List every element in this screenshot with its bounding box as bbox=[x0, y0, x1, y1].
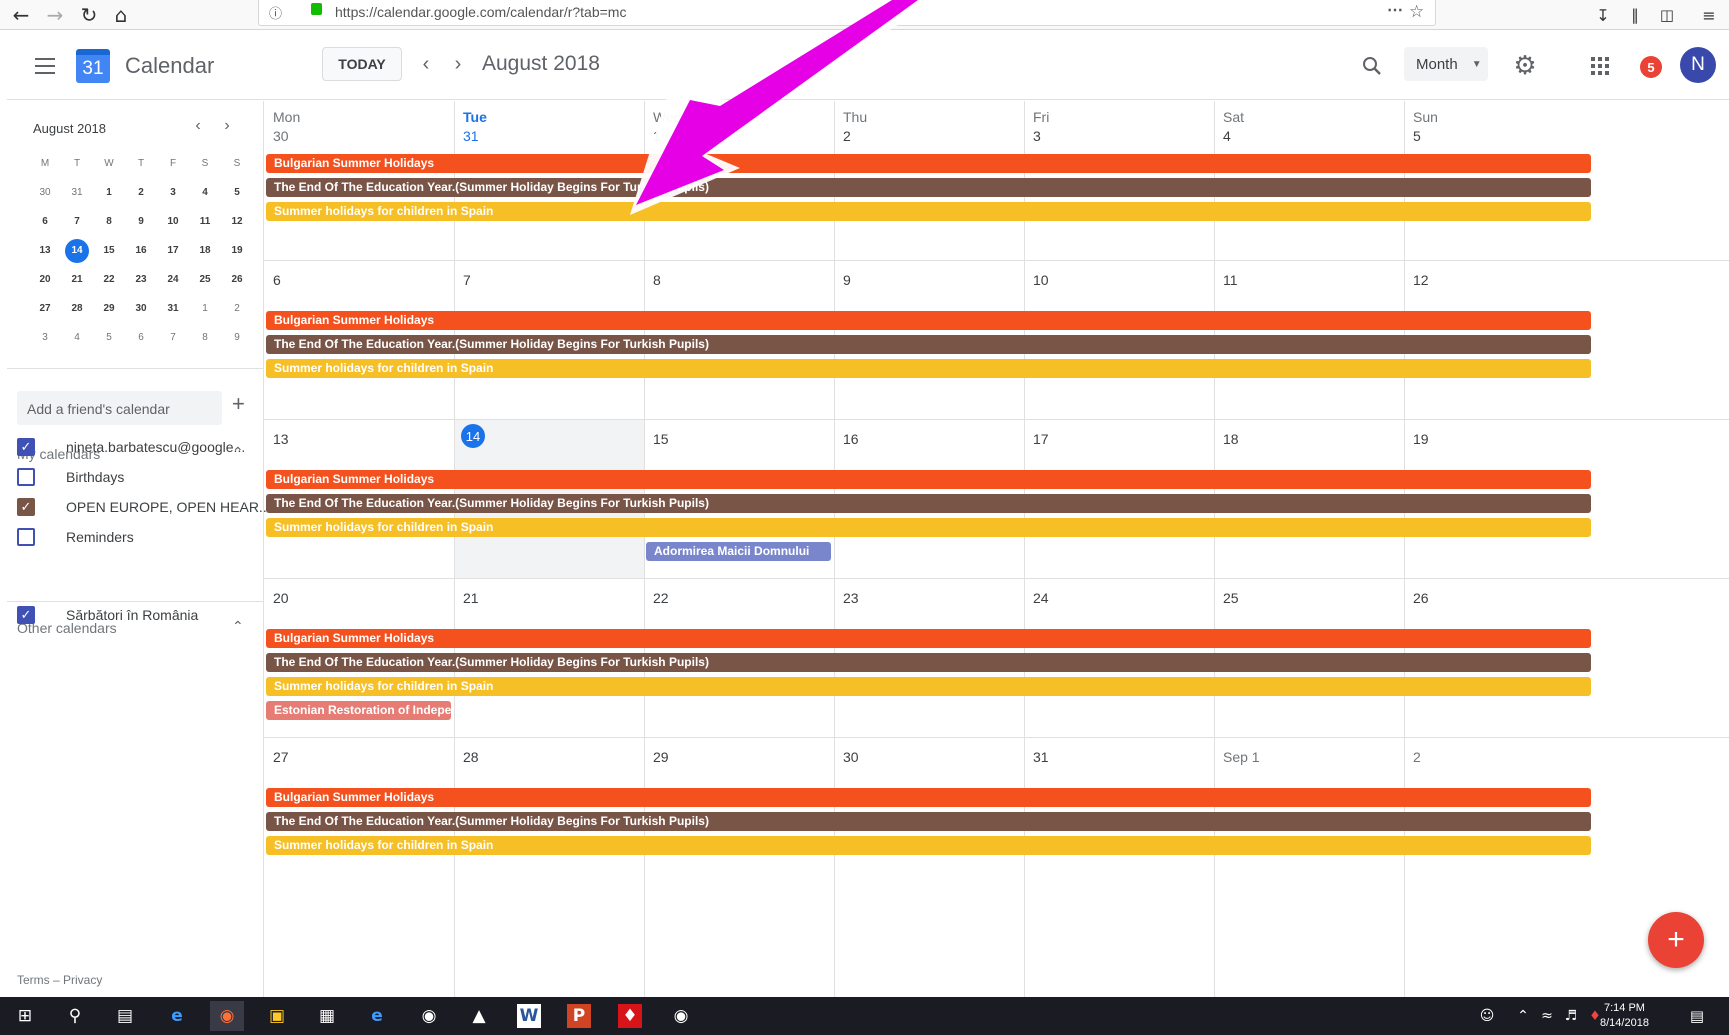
people-icon[interactable]: ☺ bbox=[1470, 1001, 1504, 1031]
acrobat-icon[interactable]: ♦ bbox=[618, 1004, 642, 1028]
firefox-icon[interactable]: ◉ bbox=[210, 1001, 244, 1031]
task-view-icon[interactable]: ▤ bbox=[108, 1001, 142, 1031]
search-icon[interactable]: ⚲ bbox=[58, 1001, 92, 1031]
store-icon[interactable]: ▦ bbox=[310, 1001, 344, 1031]
clock-date: 8/14/2018 bbox=[1600, 1017, 1649, 1029]
windows-start-icon[interactable]: ⊞ bbox=[8, 1001, 42, 1031]
internet-explorer-icon[interactable]: e bbox=[360, 1001, 394, 1031]
edge-icon[interactable]: e bbox=[160, 1001, 194, 1031]
action-center-icon[interactable]: ▤ bbox=[1680, 1001, 1714, 1031]
app-icon[interactable]: ▲ bbox=[462, 1001, 496, 1031]
word-icon[interactable]: W bbox=[517, 1004, 541, 1028]
file-explorer-icon[interactable]: ▣ bbox=[260, 1001, 294, 1031]
windows-taskbar: ⊞ ⚲ ▤ e ◉ ▣ ▦ e ◉ ▲ W P ♦ ◉ ☺ ⌃ ≈ ♬ ♦ 7:… bbox=[0, 997, 1729, 1035]
create-event-button[interactable]: + bbox=[1648, 912, 1704, 968]
powerpoint-icon[interactable]: P bbox=[567, 1004, 591, 1028]
system-clock[interactable]: 7:14 PM 8/14/2018 bbox=[1600, 1001, 1649, 1031]
annotation-arrow bbox=[630, 0, 940, 215]
paint-icon[interactable]: ◉ bbox=[412, 1001, 446, 1031]
clock-time: 7:14 PM bbox=[1603, 1002, 1645, 1014]
paint-app-icon[interactable]: ◉ bbox=[664, 1001, 698, 1031]
